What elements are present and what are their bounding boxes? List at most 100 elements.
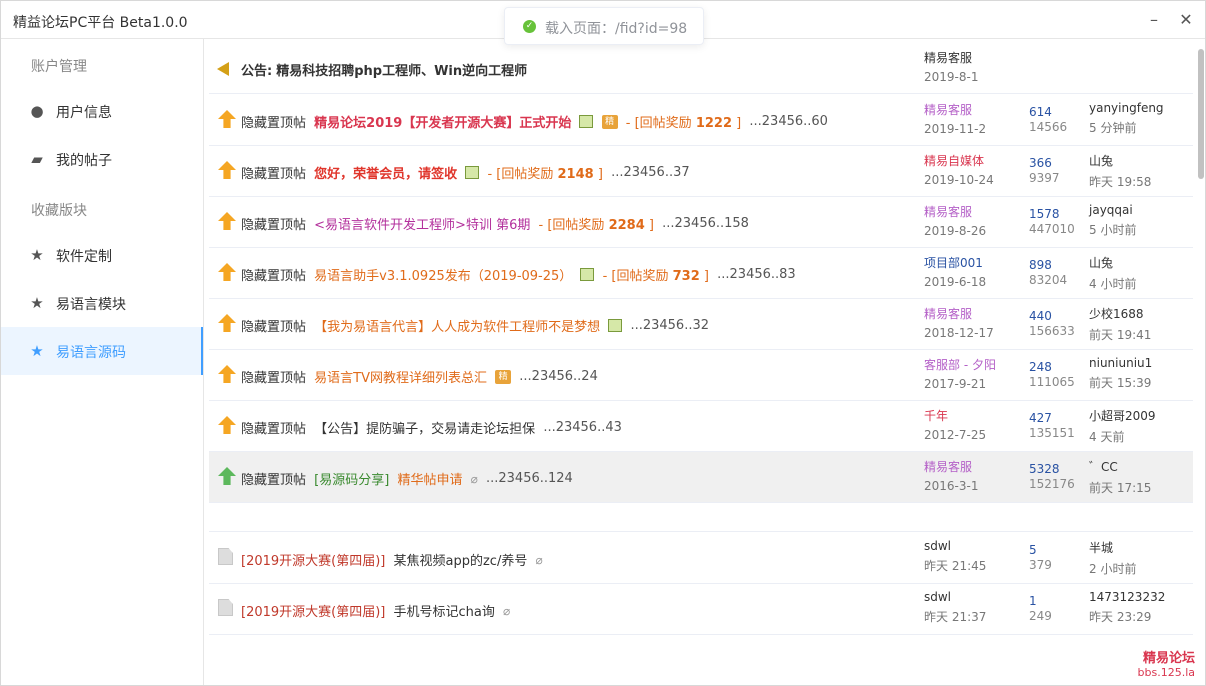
thread-category[interactable]: [易源码分享] [314,473,389,488]
top-icon [218,365,236,383]
view-count: 447010 [1029,222,1075,236]
thread-row[interactable]: 隐藏置顶帖 易语言TV网教程详细列表总汇 精 ...23456..24 客服部 … [209,350,1193,401]
thread-row[interactable]: 隐藏置顶帖 【公告】提防骗子，交易请走论坛担保 ...23456..43 千年 … [209,401,1193,452]
thread-title[interactable]: 易语言TV网教程详细列表总汇 [314,371,487,386]
thread-author: 精易客服 2018-12-17 [924,305,994,340]
thread-pages[interactable]: ...23456..24 [519,369,598,384]
thread-title[interactable]: <易语言软件开发工程师>特训 第6期 [314,218,530,233]
last-reply-user[interactable]: ゛CC [1089,458,1151,475]
thread-prefix: 公告: [241,64,273,79]
thread-row[interactable]: [2019开源大赛(第四届)] 某焦视频app的zc/养号 ⌀ sdwl 昨天 … [209,533,1193,584]
thread-title[interactable]: 精易科技招聘php工程师、Win逆向工程师 [276,64,527,79]
author-name[interactable]: 千年 [924,407,986,424]
thread-title[interactable]: 精易论坛2019【开发者开源大赛】正式开始 [314,116,571,131]
last-reply-time: 昨天 19:58 [1089,175,1152,189]
last-reply-time: 昨天 23:29 [1089,610,1152,624]
last-reply-user[interactable]: 小超哥2009 [1089,407,1156,424]
thread-row[interactable]: 公告: 精易科技招聘php工程师、Win逆向工程师 精易客服 2019-8-1 [209,43,1193,94]
thread-pages[interactable]: ...23456..83 [717,267,796,282]
star-icon: ★ [30,246,44,264]
thread-subject: 隐藏置顶帖 【公告】提防骗子，交易请走论坛担保 ...23456..43 [241,418,626,437]
thread-tag: 隐藏置顶帖 [241,473,307,488]
reward-amount: 1222 [695,116,733,131]
last-reply: 山兔 4 小时前 [1089,254,1136,292]
sidebar-group-account: 账户管理 [31,59,87,75]
minimize-button[interactable]: – [1145,11,1163,29]
sidebar-item-label: 易语言模块 [56,297,126,313]
thread-pages[interactable]: ...23456..32 [630,318,709,333]
author-name[interactable]: 客服部 - 夕阳 [924,356,996,373]
thread-row[interactable]: 隐藏置顶帖 您好，荣誉会员，请签收 - [回帖奖励 2148 ] ...2345… [209,146,1193,197]
author-name[interactable]: 精易客服 [924,101,986,118]
sidebar-item-label: 软件定制 [56,249,112,265]
author-name[interactable]: sdwl [924,590,986,604]
close-button[interactable]: ✕ [1177,11,1195,29]
reply-count: 5328 [1029,462,1060,476]
thread-row[interactable]: [2019开源大赛(第四届)] 手机号标记cha询 ⌀ sdwl 昨天 21:3… [209,584,1193,635]
top-icon [218,416,236,434]
thread-title[interactable]: 【我为易语言代言】人人成为软件工程师不是梦想 [314,320,600,335]
thread-category[interactable]: [2019开源大赛(第四届)] [241,605,385,620]
last-reply-user[interactable]: 山兔 [1089,152,1151,169]
author-name[interactable]: sdwl [924,539,986,553]
thread-category[interactable]: [2019开源大赛(第四届)] [241,554,385,569]
sidebar-item-module[interactable]: ★ 易语言模块 [1,279,203,327]
last-reply: 半城 2 小时前 [1089,539,1136,577]
sidebar-item-software-custom[interactable]: ★ 软件定制 [1,231,203,279]
thread-stats: 248 111065 [1029,360,1075,389]
sidebar-item-user-info[interactable]: ● 用户信息 [1,87,203,135]
sidebar-item-my-posts[interactable]: ▰ 我的帖子 [1,135,203,183]
thread-row[interactable]: 隐藏置顶帖 精易论坛2019【开发者开源大赛】正式开始 精 - [回帖奖励 12… [209,95,1193,146]
thread-pages[interactable]: ...23456..158 [662,216,749,231]
thread-row[interactable]: 隐藏置顶帖 【我为易语言代言】人人成为软件工程师不是梦想 ...23456..3… [209,299,1193,350]
last-reply-user[interactable]: 山兔 [1089,254,1136,271]
author-name[interactable]: 精易客服 [924,458,978,475]
thread-title[interactable]: 易语言助手v3.1.0925发布（2019-09-25） [314,269,572,284]
thread-row[interactable]: 隐藏置顶帖 <易语言软件开发工程师>特训 第6期 - [回帖奖励 2284 ] … [209,197,1193,248]
reply-count: 1 [1029,594,1037,608]
author-name[interactable]: 项目部001 [924,254,986,271]
thread-title[interactable]: 精华帖申请 [397,473,462,488]
attachment-icon: ⌀ [503,603,511,618]
star-icon: ★ [30,294,44,312]
author-name[interactable]: 精易客服 [924,203,986,220]
thread-stats: 440 156633 [1029,309,1075,338]
last-reply-user[interactable]: 少校1688 [1089,305,1151,322]
author-name[interactable]: 精易自媒体 [924,152,994,169]
last-reply-user[interactable]: 1473123232 [1089,590,1165,604]
thread-title[interactable]: 【公告】提防骗子，交易请走论坛担保 [314,422,535,437]
last-reply: niuniuniu1 前天 15:39 [1089,356,1152,391]
post-date: 昨天 21:37 [924,610,987,624]
reply-count: 440 [1029,309,1052,323]
scrollbar[interactable] [1197,39,1205,685]
sidebar-group-favorites: 收藏版块 [31,203,87,219]
thread-row[interactable]: 隐藏置顶帖 [易源码分享] 精华帖申请 ⌀ ...23456..124 精易客服… [209,452,1193,503]
last-reply-user[interactable]: niuniuniu1 [1089,356,1152,370]
sidebar-item-label: 我的帖子 [56,153,112,169]
thread-title[interactable]: 您好，荣誉会员，请签收 [314,167,457,182]
thread-title[interactable]: 某焦视频app的zc/养号 [394,554,528,569]
reply-count: 614 [1029,105,1052,119]
last-reply-user[interactable]: 半城 [1089,539,1136,556]
thread-author: 精易客服 2019-11-2 [924,101,986,136]
view-count: 9397 [1029,171,1060,185]
sidebar-item-source-code[interactable]: ★ 易语言源码 [1,327,203,375]
image-attachment-icon [580,268,595,281]
thread-pages[interactable]: ...23456..37 [611,165,690,180]
reward-label: 回帖奖励 [552,218,605,233]
scrollbar-thumb[interactable] [1198,49,1204,179]
thread-tag: 隐藏置顶帖 [241,422,307,437]
post-date: 2019-6-18 [924,275,987,289]
author-name[interactable]: 精易客服 [924,49,978,66]
last-reply-user[interactable]: jayqqai [1089,203,1136,217]
thread-author: sdwl 昨天 21:45 [924,539,986,574]
thread-title[interactable]: 手机号标记cha询 [394,605,495,620]
author-name[interactable]: 精易客服 [924,305,994,322]
thread-pages[interactable]: ...23456..60 [749,114,828,129]
thread-row[interactable]: 隐藏置顶帖 易语言助手v3.1.0925发布（2019-09-25） - [回帖… [209,248,1193,299]
thread-pages[interactable]: ...23456..124 [486,471,573,486]
thread-stats: 5 379 [1029,543,1052,572]
thread-pages[interactable]: ...23456..43 [543,420,622,435]
thread-subject: 公告: 精易科技招聘php工程师、Win逆向工程师 [241,60,531,79]
last-reply-user[interactable]: yanyingfeng [1089,101,1164,115]
